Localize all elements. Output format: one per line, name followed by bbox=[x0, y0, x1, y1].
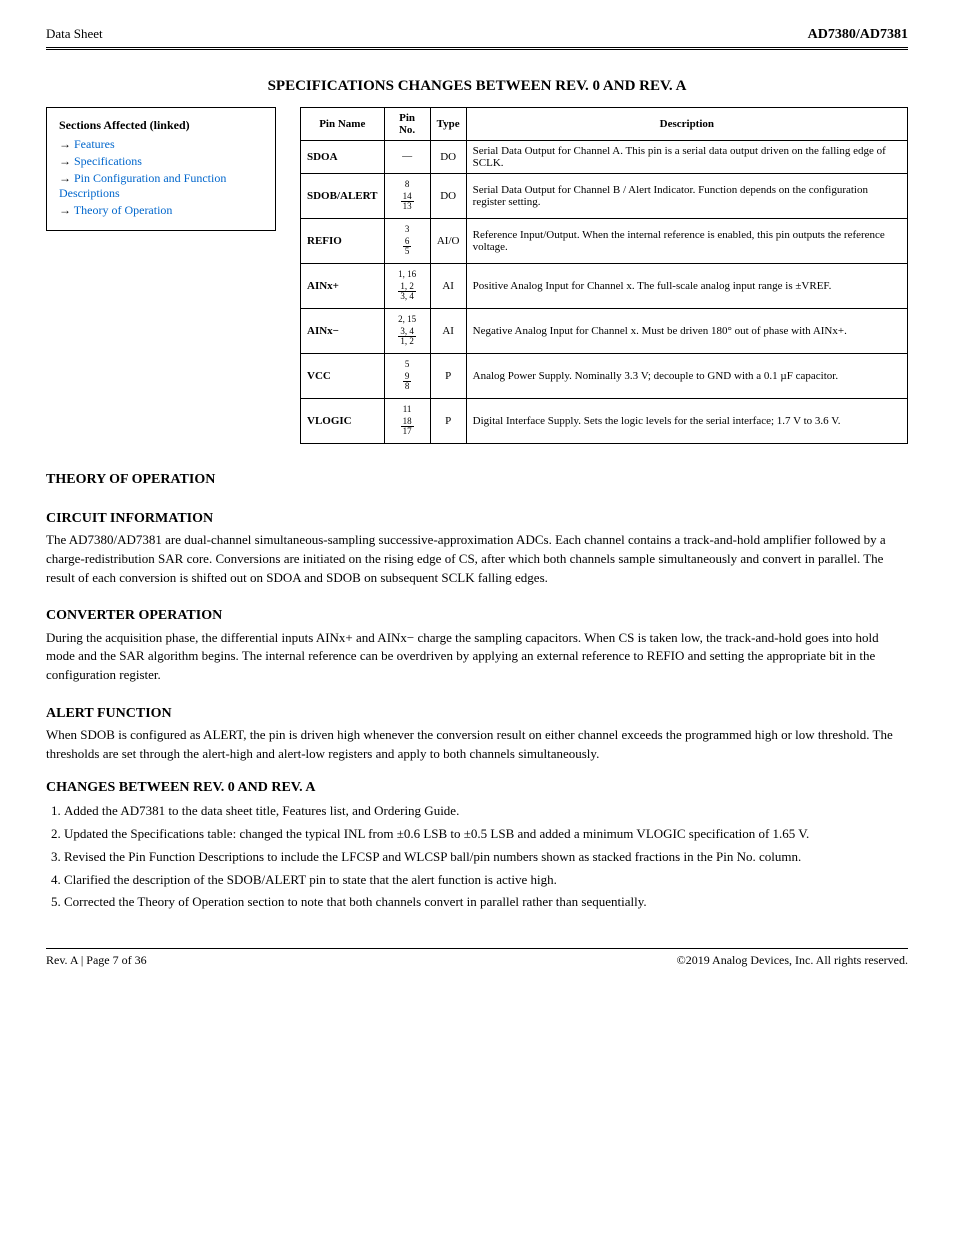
cell-pins: 598 bbox=[384, 354, 430, 399]
body-p2: During the acquisition phase, the differ… bbox=[46, 629, 908, 686]
header-left: Data Sheet bbox=[46, 26, 103, 42]
cell-name: AINx+ bbox=[301, 264, 385, 309]
cell-type: AI bbox=[430, 264, 466, 309]
body-heading-1: THEORY OF OPERATION bbox=[46, 470, 908, 490]
cell-type: AI bbox=[430, 309, 466, 354]
cell-pins: 81413 bbox=[384, 174, 430, 219]
cell-desc: Serial Data Output for Channel B / Alert… bbox=[466, 174, 907, 219]
header-rule bbox=[46, 47, 908, 50]
footer-right: ©2019 Analog Devices, Inc. All rights re… bbox=[677, 953, 908, 968]
table-row: SDOB/ALERT81413DOSerial Data Output for … bbox=[301, 174, 908, 219]
cell-name: VCC bbox=[301, 354, 385, 399]
changes-item: Added the AD7381 to the data sheet title… bbox=[64, 802, 908, 821]
cell-name: REFIO bbox=[301, 219, 385, 264]
contents-link-1[interactable]: Specifications bbox=[74, 154, 142, 168]
contents-link-3[interactable]: Theory of Operation bbox=[74, 203, 173, 217]
contents-heading: Sections Affected (linked) bbox=[59, 118, 263, 133]
cell-type: P bbox=[430, 399, 466, 444]
cell-desc: Serial Data Output for Channel A. This p… bbox=[466, 141, 907, 174]
body-sub-2: CONVERTER OPERATION bbox=[46, 606, 908, 626]
cell-desc: Negative Analog Input for Channel x. Mus… bbox=[466, 309, 907, 354]
cell-type: DO bbox=[430, 141, 466, 174]
table-row: AINx+1, 161, 23, 4AIPositive Analog Inpu… bbox=[301, 264, 908, 309]
cell-pins: 365 bbox=[384, 219, 430, 264]
changes-item: Clarified the description of the SDOB/AL… bbox=[64, 871, 908, 890]
cell-type: P bbox=[430, 354, 466, 399]
cell-name: AINx− bbox=[301, 309, 385, 354]
body-sub-1: CIRCUIT INFORMATION bbox=[46, 509, 908, 529]
section-title: SPECIFICATIONS CHANGES BETWEEN REV. 0 AN… bbox=[46, 78, 908, 95]
cell-pins: — bbox=[384, 141, 430, 174]
body-p3: When SDOB is configured as ALERT, the pi… bbox=[46, 726, 908, 764]
body-sub-3: ALERT FUNCTION bbox=[46, 704, 908, 724]
contents-link-2[interactable]: Pin Configuration and Function Descripti… bbox=[59, 171, 226, 200]
changes-item: Updated the Specifications table: change… bbox=[64, 825, 908, 844]
th-type: Type bbox=[430, 108, 466, 141]
footer-left: Rev. A | Page 7 of 36 bbox=[46, 953, 147, 968]
changes-list: Added the AD7381 to the data sheet title… bbox=[64, 802, 908, 912]
table-row: AINx−2, 153, 41, 2AINegative Analog Inpu… bbox=[301, 309, 908, 354]
cell-desc: Digital Interface Supply. Sets the logic… bbox=[466, 399, 907, 444]
changes-heading: CHANGES BETWEEN REV. 0 AND REV. A bbox=[46, 778, 908, 798]
cell-desc: Analog Power Supply. Nominally 3.3 V; de… bbox=[466, 354, 907, 399]
table-row: REFIO365AI/OReference Input/Output. When… bbox=[301, 219, 908, 264]
cell-name: SDOB/ALERT bbox=[301, 174, 385, 219]
cell-name: SDOA bbox=[301, 141, 385, 174]
cell-name: VLOGIC bbox=[301, 399, 385, 444]
table-header-row: Pin Name Pin No. Type Description bbox=[301, 108, 908, 141]
header-right: AD7380/AD7381 bbox=[808, 27, 908, 43]
cell-pins: 1, 161, 23, 4 bbox=[384, 264, 430, 309]
cell-pins: 2, 153, 41, 2 bbox=[384, 309, 430, 354]
table-row: VCC598PAnalog Power Supply. Nominally 3.… bbox=[301, 354, 908, 399]
table-row: VLOGIC111817PDigital Interface Supply. S… bbox=[301, 399, 908, 444]
table-row: SDOA—DOSerial Data Output for Channel A.… bbox=[301, 141, 908, 174]
th-desc: Description bbox=[466, 108, 907, 141]
th-name: Pin Name bbox=[301, 108, 385, 141]
cell-desc: Positive Analog Input for Channel x. The… bbox=[466, 264, 907, 309]
changes-item: Corrected the Theory of Operation sectio… bbox=[64, 893, 908, 912]
changes-item: Revised the Pin Function Descriptions to… bbox=[64, 848, 908, 867]
cell-pins: 111817 bbox=[384, 399, 430, 444]
contents-link-0[interactable]: Features bbox=[74, 137, 115, 151]
contents-box: Sections Affected (linked) → Features → … bbox=[46, 107, 276, 231]
cell-desc: Reference Input/Output. When the interna… bbox=[466, 219, 907, 264]
body-p1: The AD7380/AD7381 are dual-channel simul… bbox=[46, 531, 908, 588]
cell-type: DO bbox=[430, 174, 466, 219]
cell-type: AI/O bbox=[430, 219, 466, 264]
pin-table: Pin Name Pin No. Type Description SDOA—D… bbox=[300, 107, 908, 444]
th-pins: Pin No. bbox=[384, 108, 430, 141]
